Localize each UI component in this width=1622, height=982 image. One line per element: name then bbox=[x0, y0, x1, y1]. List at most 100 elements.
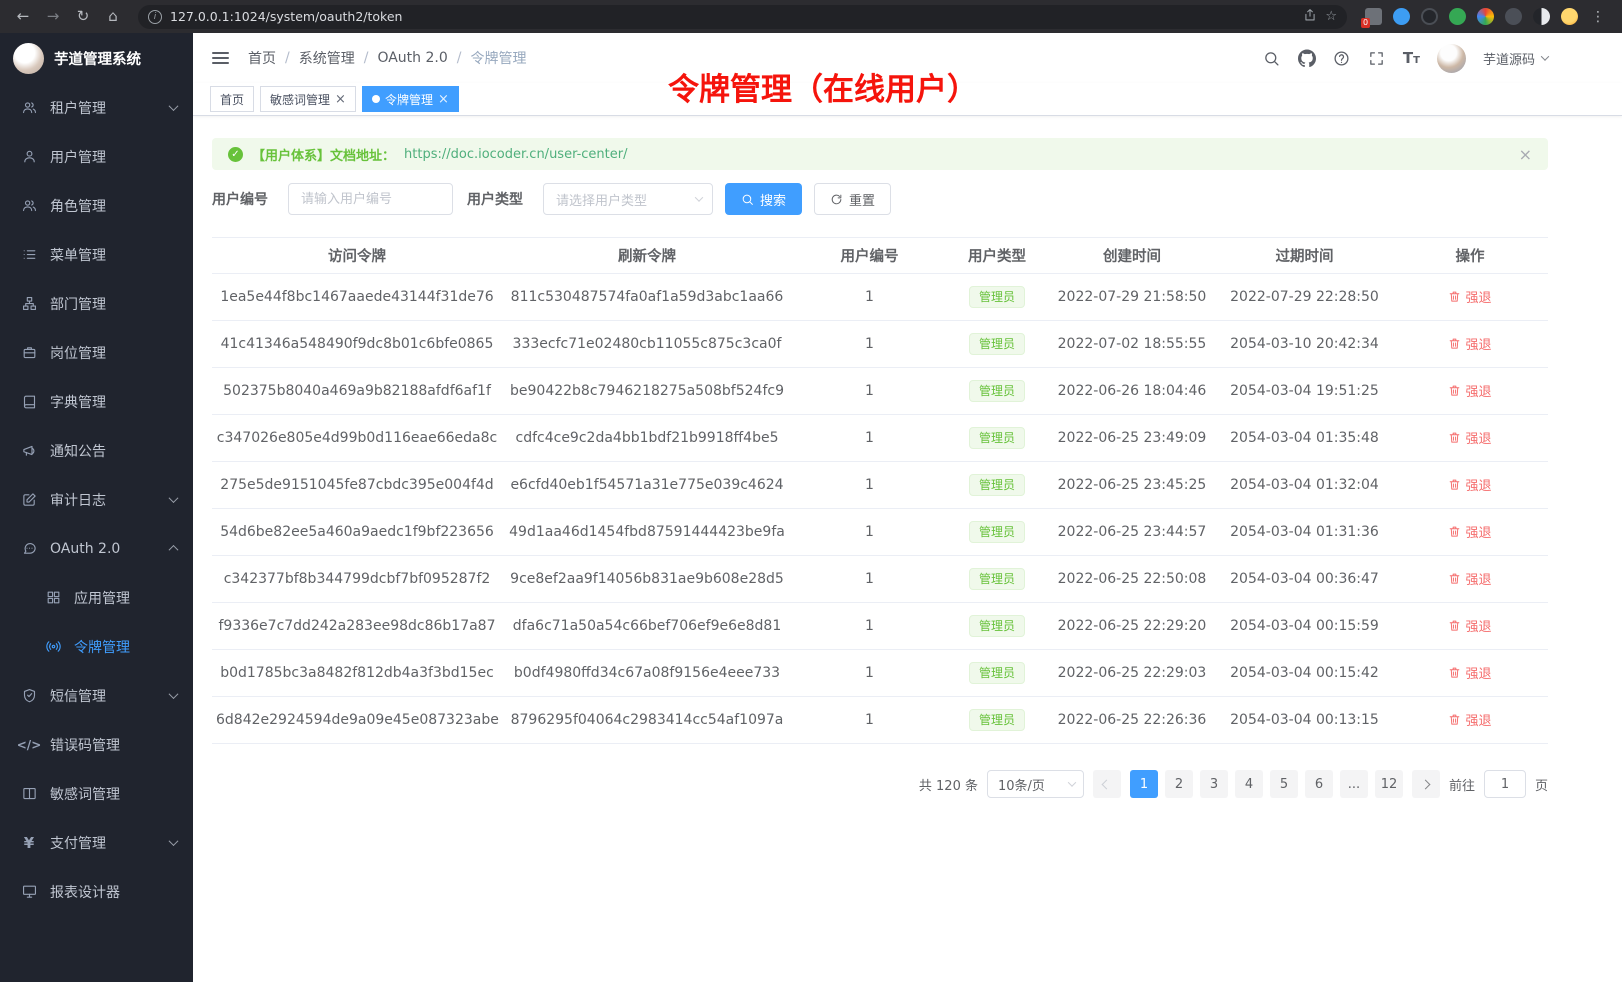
user-type-select[interactable]: 请选择用户类型 bbox=[543, 183, 713, 215]
sidebar-item[interactable]: 报表设计器 bbox=[0, 867, 193, 916]
chevron-down-icon bbox=[169, 836, 179, 846]
forward-icon[interactable]: → bbox=[40, 0, 66, 33]
search-icon[interactable] bbox=[1263, 49, 1281, 67]
sidebar-item[interactable]: 菜单管理 bbox=[0, 230, 193, 279]
user-id-input[interactable] bbox=[288, 183, 453, 215]
extension-icon-gray[interactable] bbox=[1505, 8, 1522, 25]
goto-page-input[interactable] bbox=[1484, 770, 1526, 798]
share-icon[interactable] bbox=[1303, 8, 1317, 26]
sidebar-item[interactable]: </>错误码管理 bbox=[0, 720, 193, 769]
table-row: c347026e805e4d99b0d116eae66eda8ccdfc4ce9… bbox=[212, 415, 1548, 462]
logo-image bbox=[13, 43, 44, 74]
expire-time-cell: 2022-07-29 22:28:50 bbox=[1217, 274, 1392, 321]
expire-time-cell: 2054-03-04 19:51:25 bbox=[1217, 368, 1392, 415]
sidebar-item[interactable]: 字典管理 bbox=[0, 377, 193, 426]
extension-icon-green[interactable] bbox=[1449, 8, 1466, 25]
sidebar-item[interactable]: 岗位管理 bbox=[0, 328, 193, 377]
refresh-token-cell: 8796295f04064c2983414cc54af1097a bbox=[502, 697, 792, 744]
search-button[interactable]: 搜索 bbox=[725, 183, 802, 215]
help-icon[interactable] bbox=[1333, 49, 1351, 67]
chat-icon bbox=[21, 541, 37, 557]
site-info-icon[interactable]: i bbox=[148, 10, 162, 24]
user-menu[interactable]: 芋道源码 bbox=[1483, 49, 1548, 68]
refresh-token-cell: e6cfd40eb1f54571a31e775e039c4624 bbox=[502, 462, 792, 509]
user-type-badge: 管理员 bbox=[969, 615, 1025, 637]
page-button[interactable]: 1 bbox=[1130, 770, 1158, 798]
menu-label: 应用管理 bbox=[74, 588, 177, 608]
breadcrumb-item[interactable]: OAuth 2.0 bbox=[377, 50, 447, 66]
sidebar-item[interactable]: 审计日志 bbox=[0, 475, 193, 524]
access-token-cell: 54d6be82ee5a460a9aedc1f9bf223656 bbox=[212, 509, 502, 556]
sidebar-item[interactable]: 用户管理 bbox=[0, 132, 193, 181]
extension-icon-rainbow[interactable] bbox=[1477, 8, 1494, 25]
force-logout-button[interactable]: 强退 bbox=[1448, 522, 1491, 541]
force-logout-button[interactable]: 强退 bbox=[1448, 616, 1491, 635]
user-avatar[interactable] bbox=[1437, 44, 1466, 73]
force-logout-button[interactable]: 强退 bbox=[1448, 381, 1491, 400]
extension-icon-blue[interactable] bbox=[1393, 8, 1410, 25]
force-logout-button[interactable]: 强退 bbox=[1448, 428, 1491, 447]
profile-avatar-icon[interactable] bbox=[1561, 8, 1578, 25]
pagination: 共 120 条 10条/页 123456...12 前往 页 bbox=[212, 770, 1548, 798]
doc-link[interactable]: https://doc.iocoder.cn/user-center/ bbox=[404, 147, 627, 162]
user-id-cell: 1 bbox=[792, 415, 947, 462]
reset-button[interactable]: 重置 bbox=[814, 183, 891, 215]
sidebar-item[interactable]: 应用管理 bbox=[0, 573, 193, 622]
sidebar-item[interactable]: 角色管理 bbox=[0, 181, 193, 230]
app-logo[interactable]: 芋道管理系统 bbox=[0, 33, 193, 83]
sidebar-item[interactable]: 通知公告 bbox=[0, 426, 193, 475]
force-logout-button[interactable]: 强退 bbox=[1448, 569, 1491, 588]
pager-ellipsis[interactable]: ... bbox=[1340, 770, 1368, 798]
extension-icon-dark-ring[interactable] bbox=[1421, 8, 1438, 25]
sidebar-item[interactable]: OAuth 2.0 bbox=[0, 524, 193, 573]
action-cell: 强退 bbox=[1392, 368, 1548, 415]
force-logout-button[interactable]: 强退 bbox=[1448, 475, 1491, 494]
sidebar-item[interactable]: 租户管理 bbox=[0, 83, 193, 132]
tab-item[interactable]: 首页 bbox=[210, 86, 254, 112]
breadcrumb-item[interactable]: 系统管理 bbox=[299, 48, 355, 68]
page-button[interactable]: 3 bbox=[1200, 770, 1228, 798]
sidebar-menu: 租户管理用户管理角色管理菜单管理部门管理岗位管理字典管理通知公告审计日志OAut… bbox=[0, 83, 193, 916]
tab-item[interactable]: 敏感词管理× bbox=[260, 86, 356, 112]
tabs-bar: 首页敏感词管理×令牌管理× bbox=[193, 83, 1622, 116]
force-logout-button[interactable]: 强退 bbox=[1448, 287, 1491, 306]
force-logout-button[interactable]: 强退 bbox=[1448, 334, 1491, 353]
prev-page-button[interactable] bbox=[1093, 770, 1121, 798]
fullscreen-icon[interactable] bbox=[1368, 49, 1386, 67]
sidebar-item[interactable]: 部门管理 bbox=[0, 279, 193, 328]
sidebar-item[interactable]: 令牌管理 bbox=[0, 622, 193, 671]
extension-icon-puzzle[interactable]: 0 bbox=[1365, 8, 1382, 25]
trash-icon bbox=[1448, 384, 1461, 397]
font-size-icon[interactable]: TT bbox=[1403, 49, 1420, 67]
user-id-label: 用户编号 bbox=[212, 189, 268, 209]
page-button[interactable]: 12 bbox=[1375, 770, 1403, 798]
sidebar-item[interactable]: ¥支付管理 bbox=[0, 818, 193, 867]
force-logout-button[interactable]: 强退 bbox=[1448, 663, 1491, 682]
sidebar-item[interactable]: 敏感词管理 bbox=[0, 769, 193, 818]
collapse-sidebar-icon[interactable] bbox=[210, 48, 231, 68]
page-button[interactable]: 4 bbox=[1235, 770, 1263, 798]
sidebar-item[interactable]: 短信管理 bbox=[0, 671, 193, 720]
page-size-select[interactable]: 10条/页 bbox=[987, 770, 1084, 798]
next-page-button[interactable] bbox=[1412, 770, 1440, 798]
page-button[interactable]: 6 bbox=[1305, 770, 1333, 798]
url-bar[interactable]: i 127.0.0.1:1024/system/oauth2/token ☆ bbox=[138, 5, 1347, 29]
home-icon[interactable]: ⌂ bbox=[100, 0, 126, 33]
page-button[interactable]: 2 bbox=[1165, 770, 1193, 798]
tab-close-icon[interactable]: × bbox=[438, 93, 449, 106]
expire-time-cell: 2054-03-10 20:42:34 bbox=[1217, 321, 1392, 368]
force-logout-button[interactable]: 强退 bbox=[1448, 710, 1491, 729]
tab-item[interactable]: 令牌管理× bbox=[362, 86, 459, 112]
extension-icon-half[interactable] bbox=[1533, 8, 1550, 25]
reload-icon[interactable]: ↻ bbox=[70, 0, 96, 33]
page-button[interactable]: 5 bbox=[1270, 770, 1298, 798]
back-icon[interactable]: ← bbox=[10, 0, 36, 33]
tab-close-icon[interactable]: × bbox=[335, 93, 346, 106]
refresh-token-cell: 811c530487574fa0af1a59d3abc1aa66 bbox=[502, 274, 792, 321]
browser-menu-icon[interactable]: ⋮ bbox=[1591, 9, 1606, 25]
alert-close-icon[interactable]: × bbox=[1519, 145, 1532, 164]
access-token-cell: b0d1785bc3a8482f812db4a3f3bd15ec bbox=[212, 650, 502, 697]
github-icon[interactable] bbox=[1298, 49, 1316, 67]
breadcrumb-item[interactable]: 首页 bbox=[248, 48, 276, 68]
bookmark-star-icon[interactable]: ☆ bbox=[1325, 9, 1337, 24]
